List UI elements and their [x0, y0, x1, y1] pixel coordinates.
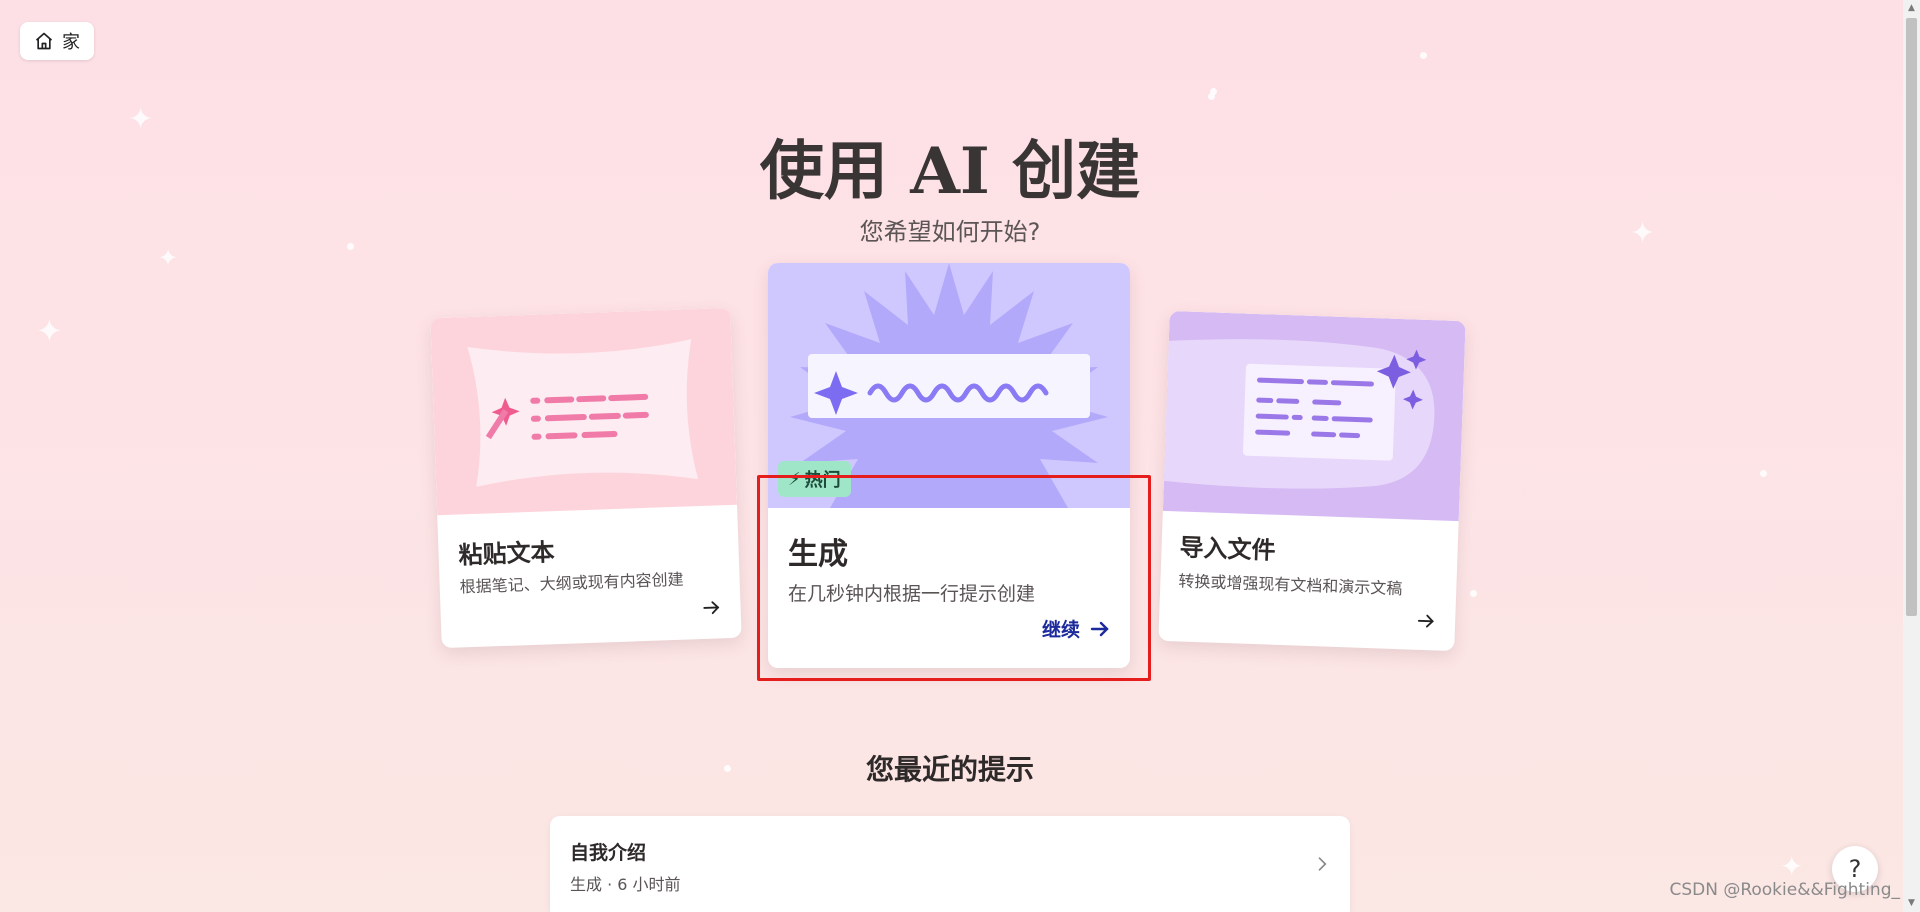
page-subtitle: 您希望如何开始? [859, 218, 1041, 246]
hot-badge-label: 热门 [804, 470, 841, 491]
dot-decoration [1210, 88, 1217, 95]
arrow-right-icon [1090, 621, 1109, 636]
recent-prompts-title: 您最近的提示 [865, 753, 1034, 786]
arrow-right-icon [703, 601, 720, 615]
hot-badge: ⚡ 热门 [778, 461, 851, 497]
paste-text-title: 粘贴文本 [458, 538, 556, 570]
import-illustration [1162, 310, 1466, 522]
page-title: 使用 AI 创建 [759, 134, 1141, 209]
recent-prompt-item[interactable]: 自我介绍 生成 · 6 小时前 [550, 816, 1350, 912]
generate-title: 生成 [788, 537, 848, 572]
generate-card[interactable]: ⚡ 热门 生成 在几秒钟内根据一行提示创建 继续 [768, 263, 1130, 668]
home-icon [35, 32, 53, 50]
import-file-card[interactable]: 导入文件 转换或增强现有文档和演示文稿 [1158, 310, 1466, 652]
watermark-text: CSDN @Rookie&&Fighting_ [1669, 880, 1900, 900]
scroll-thumb[interactable] [1906, 18, 1917, 616]
scroll-up-icon[interactable]: ▲ [1903, 0, 1920, 17]
import-file-title: 导入文件 [1179, 533, 1277, 565]
continue-button[interactable]: 继续 [1042, 615, 1112, 642]
help-label: ? [1848, 855, 1862, 883]
dot-decoration [1470, 590, 1477, 597]
sparkle-icon: ✦ [1780, 850, 1804, 883]
arrow-right-icon [1417, 614, 1434, 628]
vertical-scrollbar[interactable]: ▲ ▼ [1903, 0, 1920, 912]
dot-decoration [1420, 52, 1427, 59]
continue-label: 继续 [1041, 619, 1080, 641]
import-file-desc: 转换或增强现有文档和演示文稿 [1178, 571, 1403, 599]
lightning-icon: ⚡ [788, 468, 801, 490]
sparkle-icon: ✦ [36, 312, 63, 350]
home-button[interactable]: 家 [20, 22, 94, 60]
chevron-right-icon [1318, 857, 1327, 871]
paste-text-card[interactable]: 粘贴文本 根据笔记、大纲或现有内容创建 [430, 307, 742, 649]
dot-decoration [1760, 470, 1767, 477]
scroll-down-icon[interactable]: ▼ [1903, 895, 1920, 912]
recent-prompt-title: 自我介绍 [570, 842, 647, 864]
paste-illustration [430, 307, 738, 516]
recent-prompt-meta: 生成 · 6 小时前 [570, 875, 681, 894]
generate-desc: 在几秒钟内根据一行提示创建 [788, 583, 1036, 605]
home-label: 家 [62, 32, 80, 53]
sparkle-icon: ✦ [158, 244, 179, 272]
paste-text-desc: 根据笔记、大纲或现有内容创建 [459, 569, 684, 597]
